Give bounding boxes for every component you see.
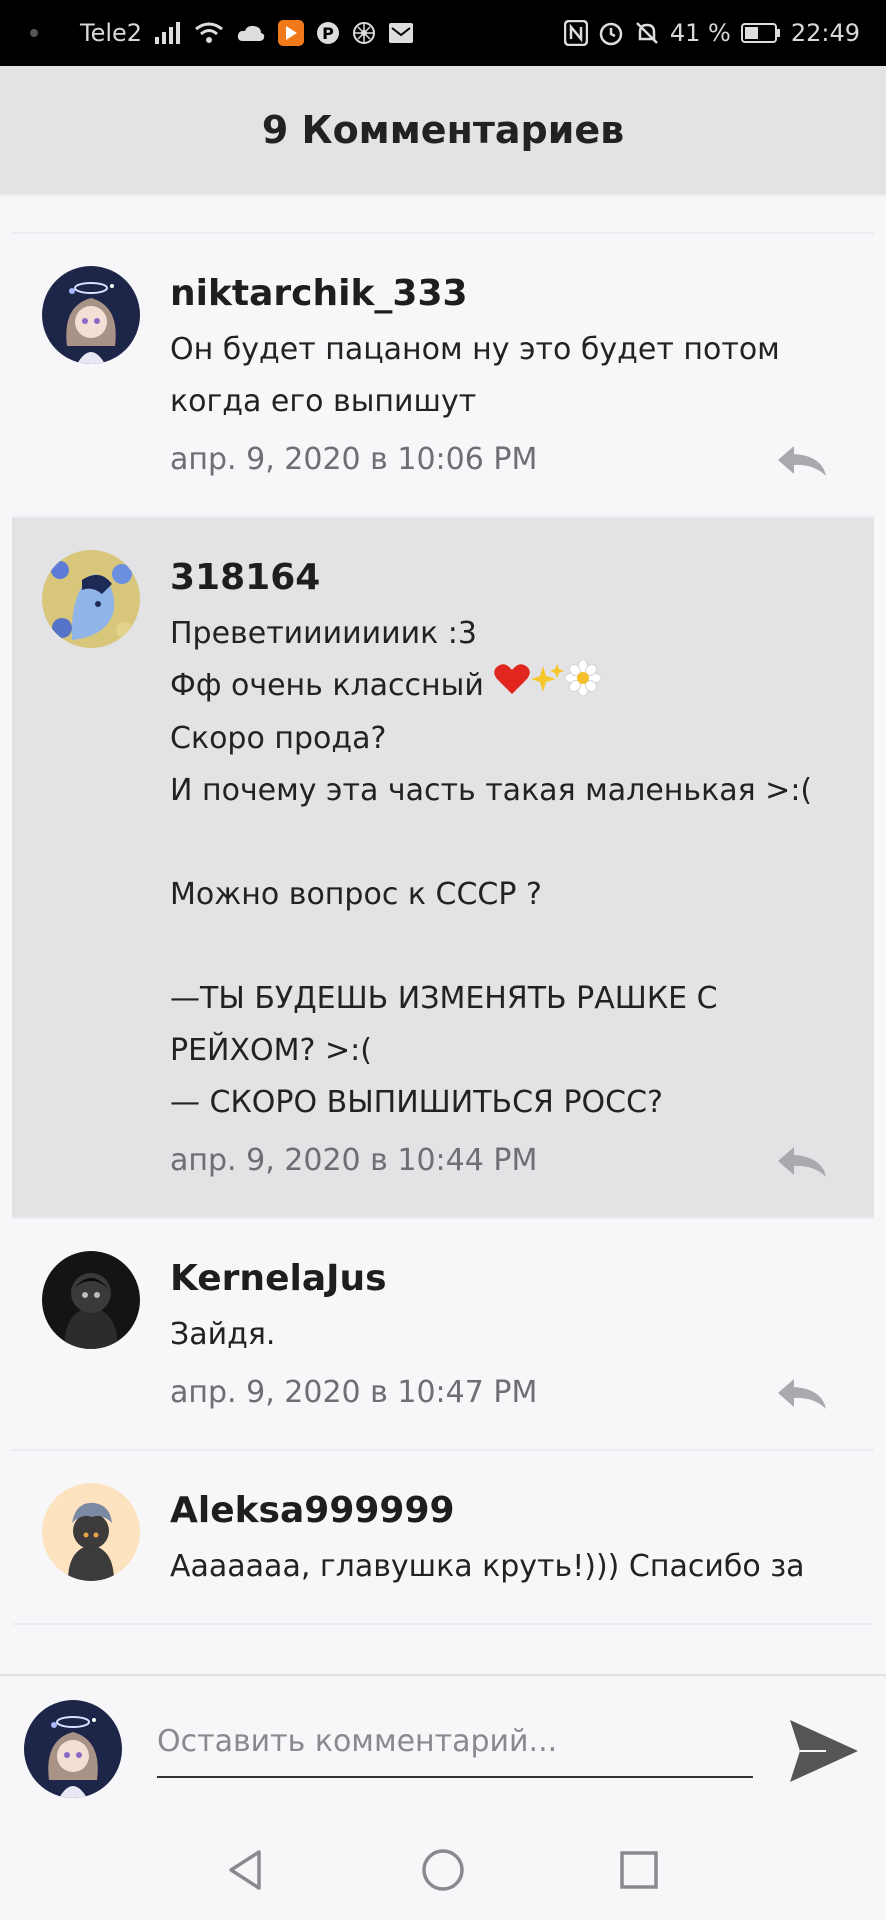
send-button[interactable] xyxy=(786,1716,862,1786)
home-button[interactable] xyxy=(419,1846,467,1894)
alarm-icon xyxy=(598,20,624,46)
comment-list[interactable]: niktarchik_333 Он будет пацаном ну это б… xyxy=(12,194,874,1674)
signal-icon xyxy=(154,21,182,45)
recents-button[interactable] xyxy=(615,1846,663,1894)
page-title: 9 Комментариев xyxy=(261,108,625,152)
nfc-icon xyxy=(563,20,588,46)
comment-text: Он будет пацаном ну это будет потом когд… xyxy=(170,332,780,419)
notification-dot xyxy=(30,29,38,37)
svg-text:P: P xyxy=(322,24,334,43)
avatar[interactable] xyxy=(42,266,140,364)
list-divider xyxy=(12,194,874,234)
current-user-avatar[interactable] xyxy=(24,1700,122,1798)
comment-author[interactable]: 318164 xyxy=(170,554,834,602)
comment-author[interactable]: niktarchik_333 xyxy=(170,270,834,318)
comment-item: niktarchik_333 Он будет пацаном ну это б… xyxy=(12,234,874,518)
battery-icon xyxy=(740,22,781,44)
carrier-label: Tele2 xyxy=(80,19,143,47)
home-circle-icon xyxy=(422,1849,464,1891)
back-triangle-icon xyxy=(229,1850,261,1890)
comment-text-rest: Скоро прода? И почему эта часть такая ма… xyxy=(170,721,813,1120)
battery-percent: 41 % xyxy=(669,19,731,47)
comment-input[interactable] xyxy=(157,1712,753,1778)
back-button[interactable] xyxy=(223,1846,271,1894)
reply-icon[interactable] xyxy=(774,1143,830,1179)
comment-text: Преветииииииик :3 Фф очень классный Скор… xyxy=(170,608,834,1129)
mail-icon xyxy=(388,22,414,44)
sparkles-emoji xyxy=(531,661,565,713)
clock: 22:49 xyxy=(790,19,860,47)
avatar[interactable] xyxy=(42,550,140,648)
mute-icon xyxy=(634,20,660,46)
pinterest-icon: P xyxy=(316,21,340,45)
daisy-emoji xyxy=(564,659,602,713)
comment-item: KernelaJus Зайдя. апр. 9, 2020 в 10:47 P… xyxy=(12,1219,874,1451)
status-bar: Tele2 P 41 % 22:49 xyxy=(0,0,886,66)
comment-date: апр. 9, 2020 в 10:44 PM xyxy=(170,1143,538,1178)
comment-text-line: Преветииииииик :3 xyxy=(170,616,478,651)
flower-icon xyxy=(352,21,376,45)
comment-author[interactable]: Aleksa999999 xyxy=(170,1487,834,1535)
comment-compose-bar xyxy=(0,1674,886,1822)
reply-icon[interactable] xyxy=(774,442,830,478)
comment-date: апр. 9, 2020 в 10:06 PM xyxy=(170,442,538,477)
comment-item-highlighted: 318164 Преветииииииик :3 Фф очень классн… xyxy=(12,518,874,1219)
system-nav-bar xyxy=(0,1820,886,1920)
reply-icon[interactable] xyxy=(774,1375,830,1411)
comment-author[interactable]: KernelaJus xyxy=(170,1255,834,1303)
comment-date: апр. 9, 2020 в 10:47 PM xyxy=(170,1375,538,1410)
avatar[interactable] xyxy=(42,1251,140,1349)
avatar[interactable] xyxy=(42,1483,140,1581)
comment-text: Зайдя. xyxy=(170,1317,276,1352)
play-icon xyxy=(278,20,305,46)
wifi-icon xyxy=(194,21,224,45)
heart-emoji xyxy=(493,661,531,713)
comment-text-line: Фф очень классный xyxy=(170,668,484,703)
send-icon xyxy=(790,1720,858,1782)
comment-text: Ааааааа, главушка круть!))) Спасибо за xyxy=(170,1549,805,1584)
comment-item: Aleksa999999 Ааааааа, главушка круть!)))… xyxy=(12,1451,874,1625)
comments-header: 9 Комментариев xyxy=(0,66,886,194)
cloud-icon xyxy=(236,23,266,43)
recents-square-icon xyxy=(620,1851,658,1889)
